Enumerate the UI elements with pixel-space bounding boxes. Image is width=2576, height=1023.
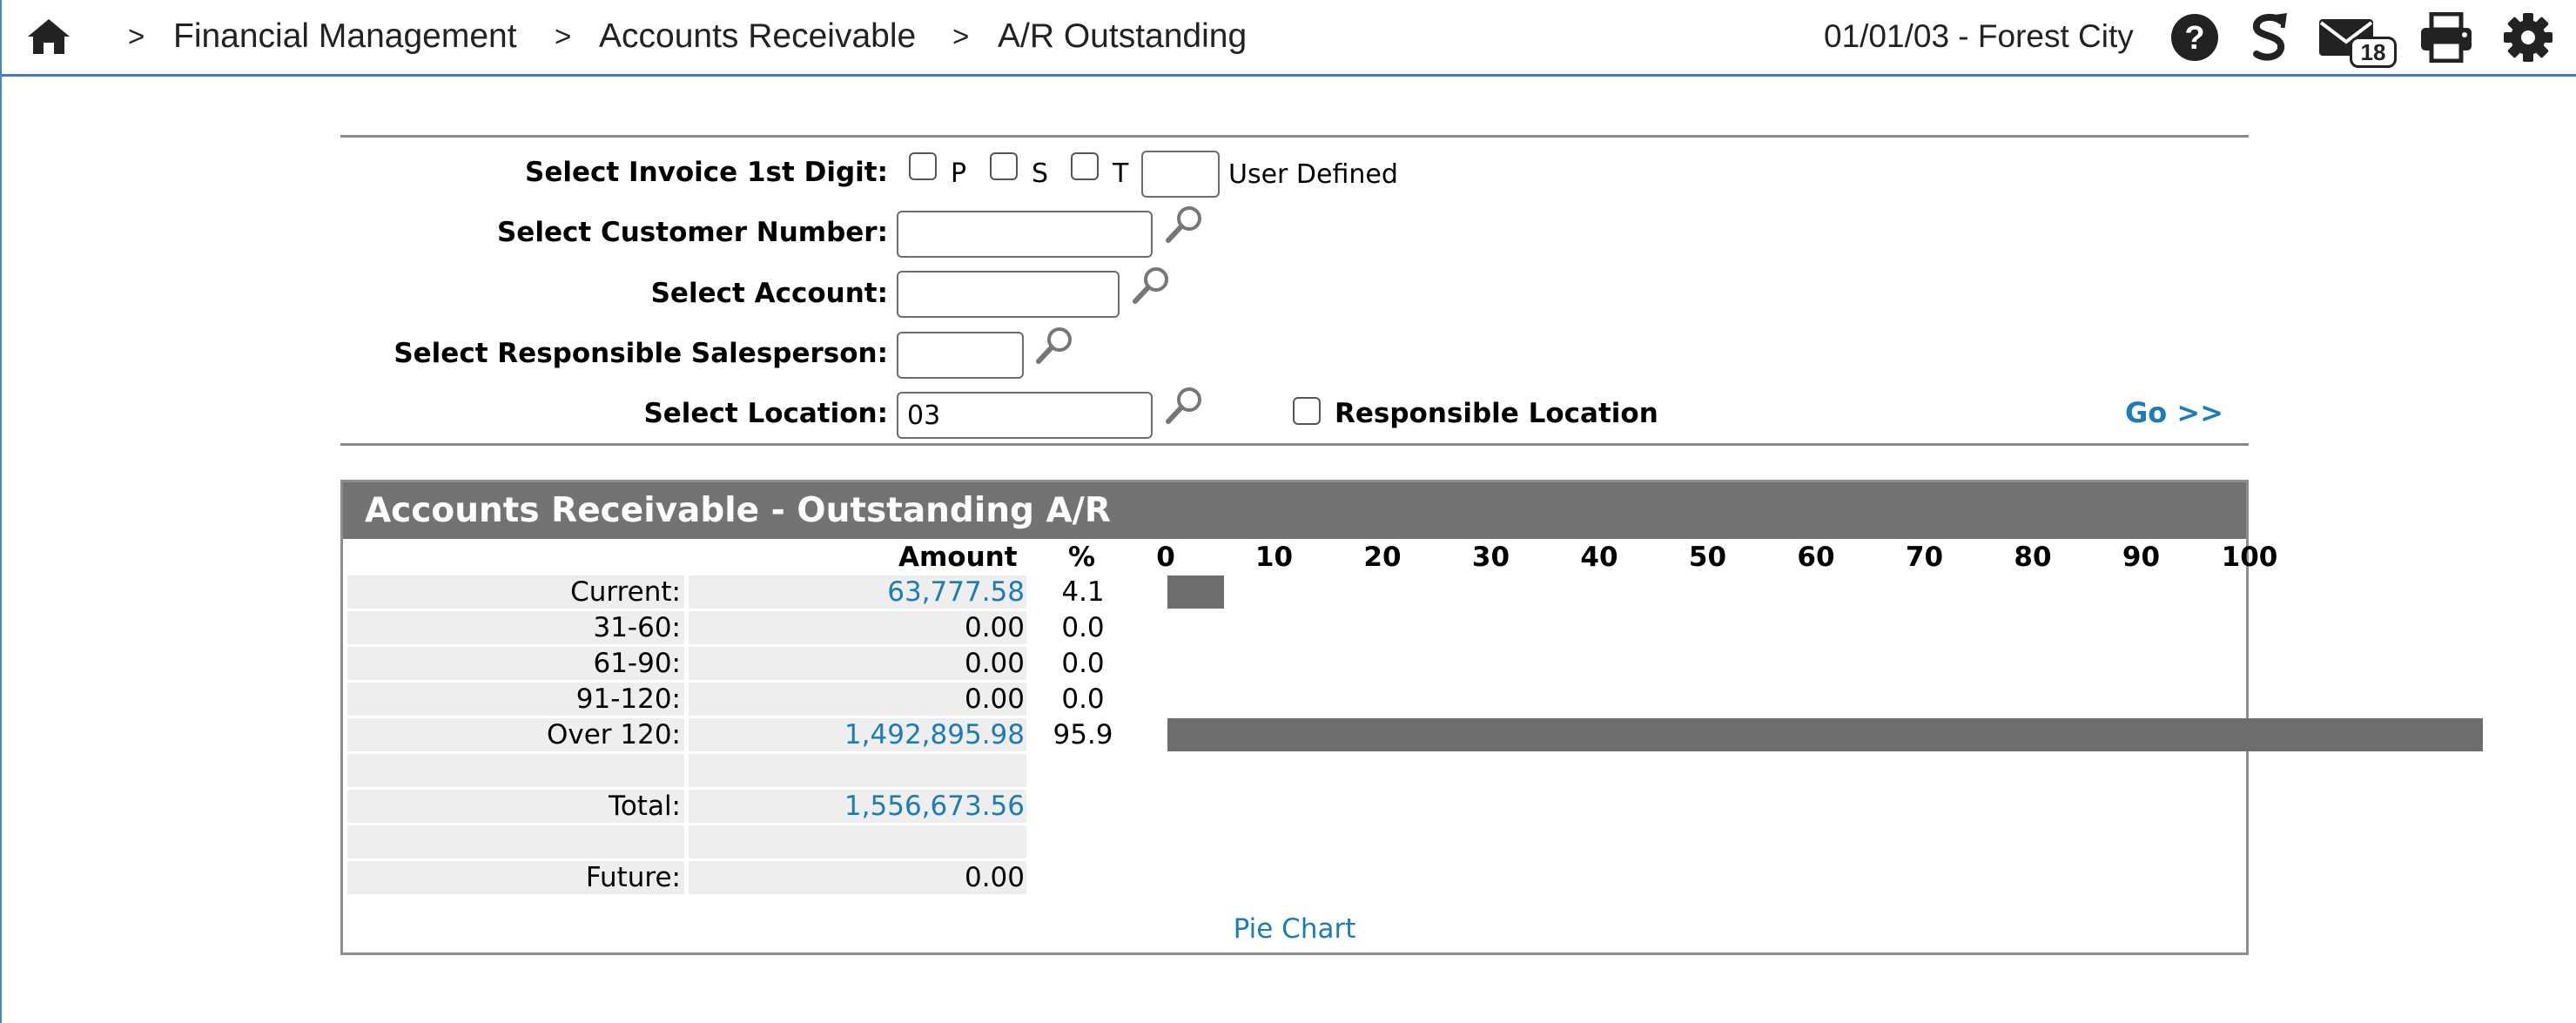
- invoice-digit-label: Select Invoice 1st Digit:: [525, 157, 888, 188]
- go-button[interactable]: Go >>: [2125, 394, 2223, 432]
- pie-chart-link[interactable]: Pie Chart: [343, 912, 2246, 946]
- form-bottom-divider: [340, 443, 2249, 446]
- user-defined-digit-input[interactable]: [1141, 151, 1220, 198]
- panel-title: Accounts Receivable - Outstanding A/R: [343, 482, 2246, 539]
- amount-cell: [689, 825, 1026, 858]
- percent-value: 95.9: [1053, 719, 1113, 750]
- salesperson-input[interactable]: [897, 332, 1024, 379]
- axis-tick-label: 40: [1580, 542, 1618, 573]
- aging-bucket-label: 61-90:: [347, 647, 684, 680]
- amount-value: 0.00: [964, 683, 1025, 715]
- blank-row: [347, 754, 1359, 787]
- user-defined-label: User Defined: [1228, 159, 1398, 190]
- aging-row: 61-90: 0.00 0.0: [347, 647, 1359, 680]
- breadcrumb-financial-management[interactable]: Financial Management: [173, 12, 517, 61]
- percent-value: 4.1: [1061, 576, 1105, 608]
- aging-bucket-label: 31-60:: [347, 611, 684, 644]
- blank-row: [347, 825, 1359, 858]
- percent-value: 0.0: [1061, 683, 1105, 715]
- percent-bar: [1167, 575, 1224, 609]
- total-row: Total: 1,556,673.56: [347, 790, 1359, 823]
- amount-cell: 0.00: [689, 611, 1026, 644]
- top-bar: > Financial Management > Accounts Receiv…: [2, 0, 2576, 77]
- responsible-location-label: Responsible Location: [1335, 398, 1658, 429]
- aging-bucket-label: [347, 754, 684, 787]
- magnifier-icon[interactable]: [1130, 265, 1172, 306]
- amount-cell: 1,556,673.56: [689, 790, 1026, 823]
- ar-outstanding-panel: Accounts Receivable - Outstanding A/R Am…: [340, 480, 2484, 955]
- digit-t-label: T: [1113, 158, 1129, 189]
- amount-column-header: Amount: [898, 542, 1018, 573]
- amount-link[interactable]: 1,492,895.98: [844, 719, 1025, 750]
- amount-value: 0.00: [964, 612, 1025, 643]
- future-row: Future: 0.00: [347, 861, 1359, 894]
- form-top-divider: [340, 135, 2249, 138]
- magnifier-icon[interactable]: [1033, 325, 1075, 367]
- aging-bucket-label: Over 120:: [347, 718, 684, 751]
- digit-s-checkbox[interactable]: [990, 152, 1018, 180]
- mail-count-badge: 18: [2350, 37, 2397, 68]
- axis-tick-label: 90: [2122, 542, 2161, 573]
- location-input[interactable]: [897, 392, 1153, 439]
- amount-cell: [689, 754, 1026, 787]
- aging-row: 91-120: 0.00 0.0: [347, 683, 1359, 716]
- axis-tick-label: 100: [2221, 542, 2278, 573]
- company-location-date[interactable]: 01/01/03 - Forest City: [1824, 12, 2134, 61]
- amount-link[interactable]: 63,777.58: [887, 576, 1025, 608]
- magnifier-icon[interactable]: [1163, 385, 1205, 427]
- digit-p-label: P: [951, 158, 967, 189]
- s-logo-icon[interactable]: [2246, 12, 2291, 63]
- amount-cell: 1,492,895.98: [689, 718, 1026, 751]
- help-icon[interactable]: ?: [2169, 12, 2220, 63]
- axis-tick-label: 10: [1254, 542, 1294, 573]
- breadcrumb-separator: >: [128, 20, 145, 52]
- account-input[interactable]: [897, 271, 1120, 318]
- aging-bucket-label: Future:: [347, 861, 684, 894]
- home-icon[interactable]: [26, 16, 71, 57]
- gear-icon[interactable]: [2503, 12, 2553, 63]
- aging-bucket-label: [347, 825, 684, 858]
- breadcrumb-ar-outstanding: A/R Outstanding: [998, 17, 1248, 55]
- axis-tick-label: 0: [1156, 542, 1175, 573]
- account-label: Select Account:: [650, 278, 888, 309]
- customer-number-label: Select Customer Number:: [496, 217, 888, 248]
- amount-cell: 0.00: [689, 647, 1026, 680]
- digit-p-checkbox[interactable]: [909, 152, 937, 180]
- axis-tick-label: 80: [2014, 542, 2052, 573]
- amount-link[interactable]: 1,556,673.56: [844, 791, 1025, 822]
- percent-bar: [1167, 718, 2484, 751]
- salesperson-label: Select Responsible Salesperson:: [393, 338, 888, 369]
- amount-cell: 63,777.58: [689, 575, 1026, 609]
- breadcrumb-separator: >: [952, 20, 970, 52]
- digit-s-label: S: [1032, 158, 1049, 189]
- breadcrumb-accounts-receivable[interactable]: Accounts Receivable: [599, 12, 916, 61]
- aging-bucket-label: Current:: [347, 575, 684, 609]
- breadcrumb-separator: >: [555, 20, 572, 52]
- percent-value: 0.0: [1061, 648, 1105, 679]
- location-label: Select Location:: [643, 398, 888, 429]
- axis-tick-label: 60: [1797, 542, 1835, 573]
- amount-cell: 0.00: [689, 683, 1026, 716]
- magnifier-icon[interactable]: [1163, 204, 1205, 246]
- axis-tick-label: 50: [1688, 542, 1727, 573]
- svg-text:?: ?: [2184, 20, 2204, 57]
- axis-tick-label: 20: [1363, 542, 1402, 573]
- print-icon[interactable]: [2419, 12, 2473, 63]
- amount-value: 0.00: [964, 648, 1025, 679]
- aging-bucket-label: Total:: [347, 790, 684, 823]
- digit-t-checkbox[interactable]: [1071, 152, 1099, 180]
- amount-cell: 0.00: [689, 861, 1026, 894]
- aging-row: 31-60: 0.00 0.0: [347, 611, 1359, 644]
- responsible-location-checkbox[interactable]: [1293, 397, 1321, 425]
- axis-tick-label: 30: [1471, 542, 1510, 573]
- axis-tick-label: 70: [1905, 542, 1944, 573]
- percent-column-header: %: [1068, 542, 1096, 573]
- percent-value: 0.0: [1061, 612, 1105, 643]
- aging-bucket-label: 91-120:: [347, 683, 684, 716]
- customer-number-input[interactable]: [897, 211, 1153, 258]
- amount-value: 0.00: [964, 862, 1025, 893]
